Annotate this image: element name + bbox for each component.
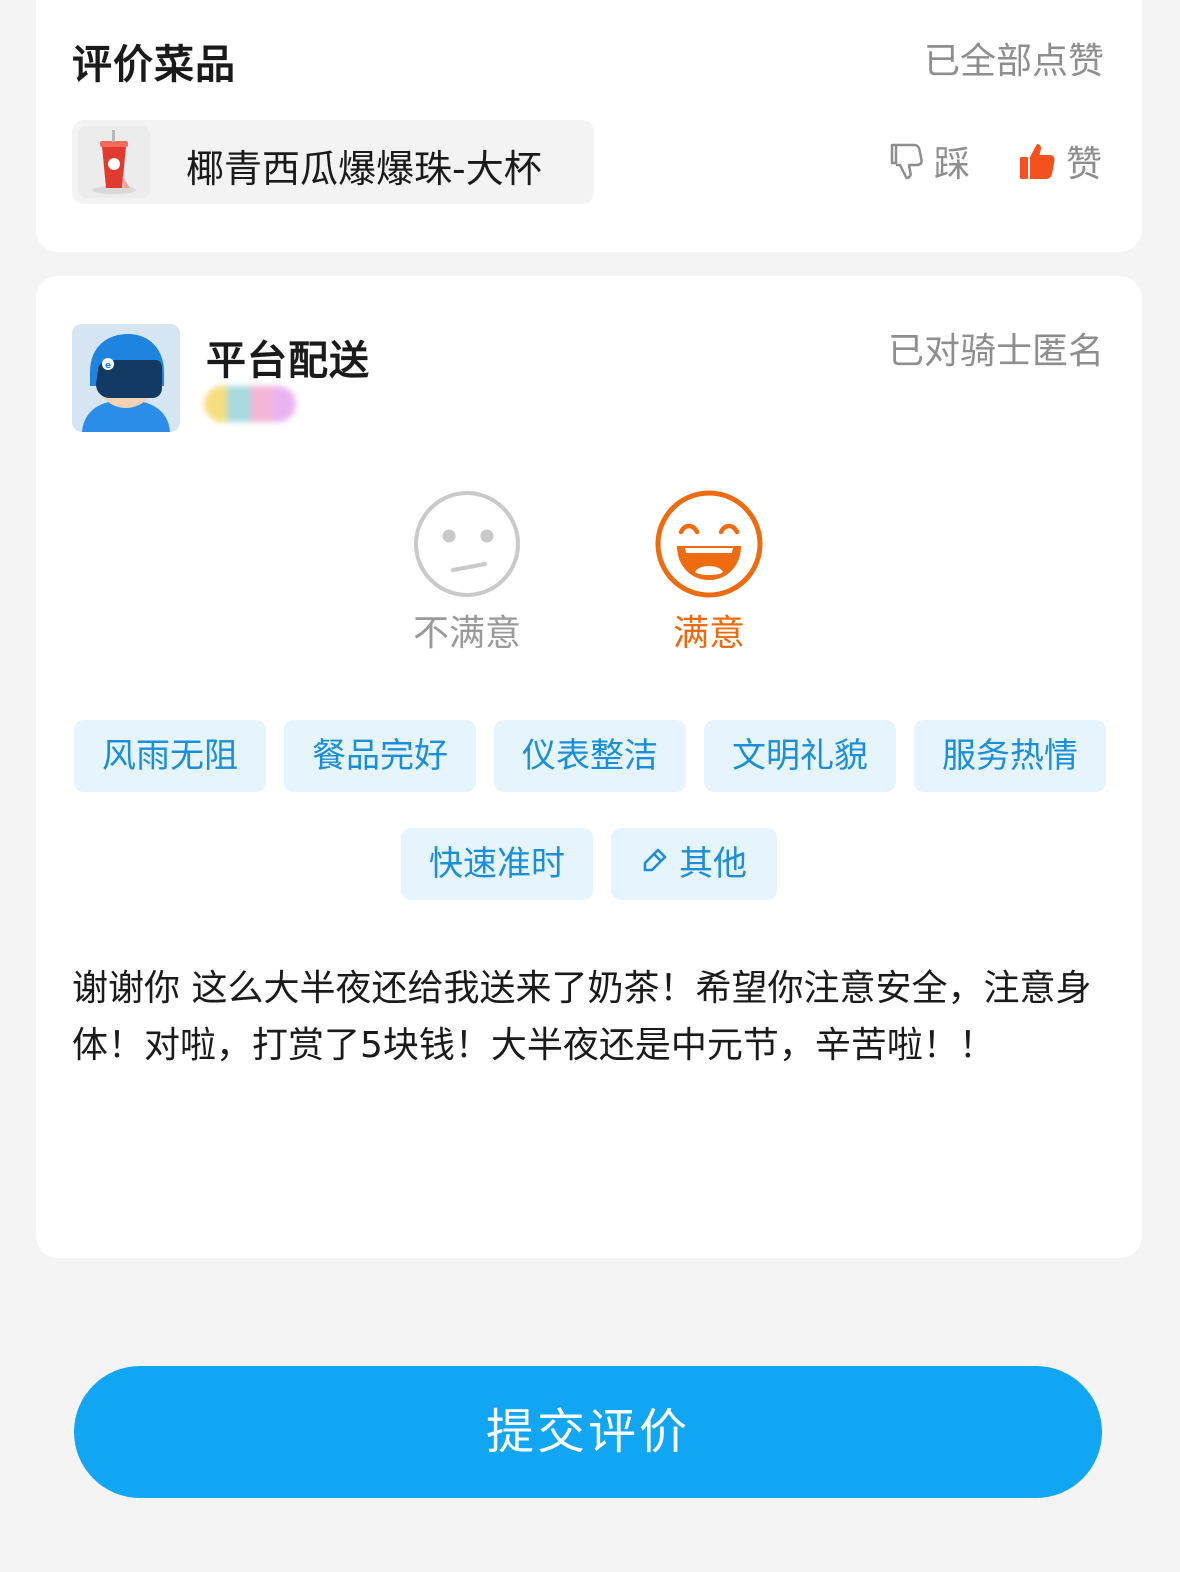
dish-item: 椰青西瓜爆爆珠-大杯	[72, 120, 594, 204]
thumbs-up-icon	[1018, 141, 1056, 181]
tag-neat-appearance[interactable]: 仪表整洁	[494, 720, 686, 792]
like-button[interactable]: 赞	[1018, 136, 1102, 186]
svg-text:e: e	[105, 361, 111, 371]
anonymous-status: 已对骑士匿名	[887, 331, 1104, 372]
dislike-label: 踩	[934, 144, 971, 185]
delivery-review-card: e 平台配送 已对骑士匿名 不满意 满意 风雨无阻 餐品完好 仪表整洁 文明礼貌…	[36, 276, 1142, 1258]
tag-fast-on-time[interactable]: 快速准时	[401, 828, 593, 900]
delivery-section-title: 平台配送	[206, 338, 370, 384]
neutral-face-icon	[413, 490, 521, 598]
rider-avatar: e	[72, 324, 180, 432]
rating-unsatisfied[interactable]: 不满意	[402, 490, 532, 656]
pencil-icon	[641, 827, 669, 899]
comment-textarea[interactable]: 谢谢你 这么大半夜还给我送来了奶茶！希望你注意安全，注意身体！对啦，打赏了5块钱…	[72, 960, 1112, 1220]
thumbs-down-icon	[888, 141, 924, 181]
rating-satisfied[interactable]: 满意	[644, 490, 774, 656]
tag-all-weather[interactable]: 风雨无阻	[74, 720, 266, 792]
submit-review-button[interactable]: 提交评价	[74, 1366, 1102, 1498]
rating-unsatisfied-label: 不满意	[412, 613, 521, 654]
dish-name: 椰青西瓜爆爆珠-大杯	[186, 147, 542, 191]
laughing-face-icon	[655, 490, 763, 598]
all-liked-status: 已全部点赞	[923, 41, 1104, 82]
tag-other-label: 其他	[679, 844, 747, 884]
tag-food-intact[interactable]: 餐品完好	[284, 720, 476, 792]
dish-thumbnail	[78, 126, 150, 198]
tag-warm-service[interactable]: 服务热情	[914, 720, 1106, 792]
like-label: 赞	[1066, 144, 1103, 185]
tag-polite[interactable]: 文明礼貌	[704, 720, 896, 792]
dish-section-title: 评价菜品	[72, 42, 236, 88]
tag-other[interactable]: 其他	[611, 828, 777, 900]
rider-name-blurred	[204, 386, 296, 422]
dislike-button[interactable]: 踩	[888, 136, 970, 186]
dish-review-card: 评价菜品 已全部点赞 椰青西瓜爆爆珠-大杯 踩 赞	[36, 0, 1142, 252]
rating-satisfied-label: 满意	[672, 613, 745, 654]
